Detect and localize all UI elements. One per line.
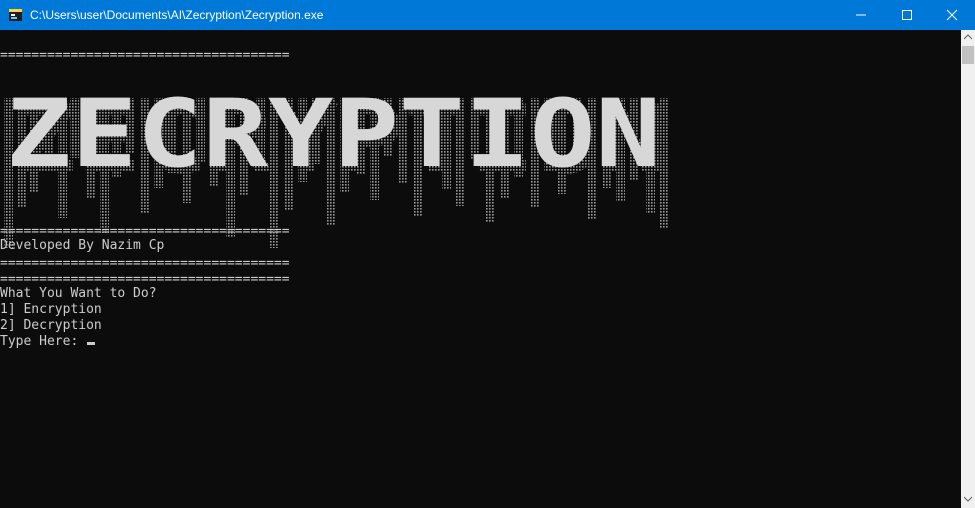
maximize-button[interactable] (884, 0, 930, 30)
scrollbar-thumb[interactable] (962, 46, 974, 64)
close-button[interactable] (929, 0, 975, 30)
input-prompt-label: Type Here: (0, 334, 87, 349)
vertical-scrollbar[interactable] (961, 30, 975, 508)
scroll-up-icon[interactable] (964, 34, 972, 40)
close-icon (946, 9, 958, 21)
console-output[interactable]: ===================================== ZE… (0, 30, 961, 508)
input-prompt-line[interactable]: Type Here: (0, 334, 96, 350)
minimize-button[interactable] (838, 0, 884, 30)
minimize-icon (856, 14, 866, 16)
banner-text: ZECRYPTION (6, 88, 661, 189)
menu-question: What You Want to Do? (0, 286, 157, 301)
text-cursor (87, 342, 96, 345)
scroll-down-icon[interactable] (964, 496, 972, 502)
maximize-icon (902, 10, 912, 20)
window-title: C:\Users\user\Documents\AI\Zecryption\Ze… (30, 8, 324, 22)
title-bar[interactable]: C:\Users\user\Documents\AI\Zecryption\Ze… (0, 0, 975, 30)
separator-line: ===================================== (0, 48, 290, 63)
separator-line: ===================================== (0, 256, 290, 271)
menu-option-encryption: 1] Encryption (0, 302, 102, 317)
console-app-icon[interactable] (8, 7, 24, 23)
menu-option-decryption: 2] Decryption (0, 318, 102, 333)
developer-credit: Developed By Nazim Cp (0, 238, 165, 253)
